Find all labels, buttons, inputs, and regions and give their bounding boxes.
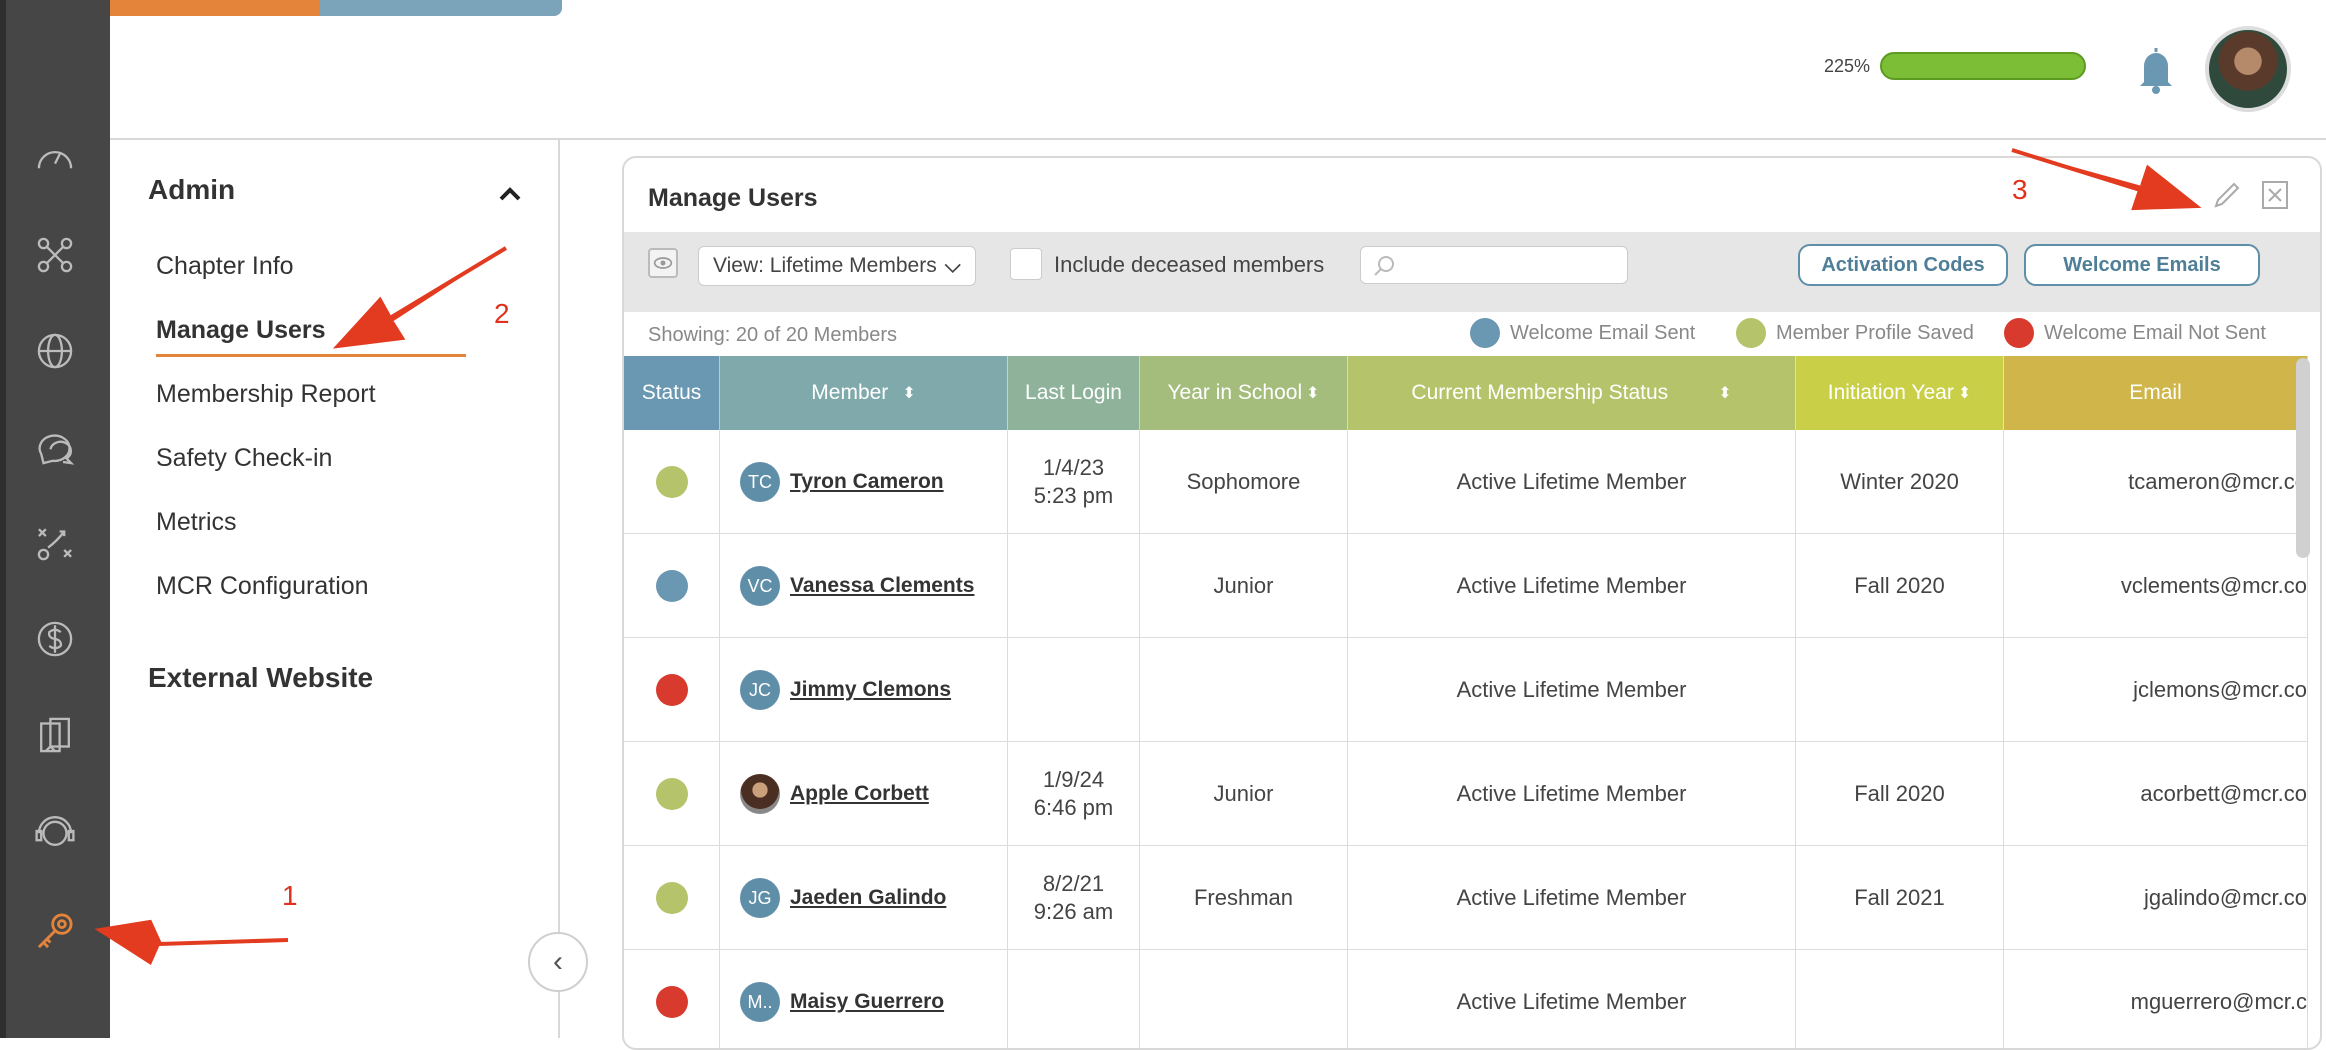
annotation-3: 3 [2012, 174, 2028, 205]
annotation-2: 2 [494, 298, 510, 329]
arrow-1 [94, 919, 289, 965]
annotation-arrows [94, 148, 2202, 965]
annotation-1: 1 [282, 880, 298, 911]
arrow-2 [332, 246, 508, 349]
arrow-3 [2011, 148, 2202, 211]
